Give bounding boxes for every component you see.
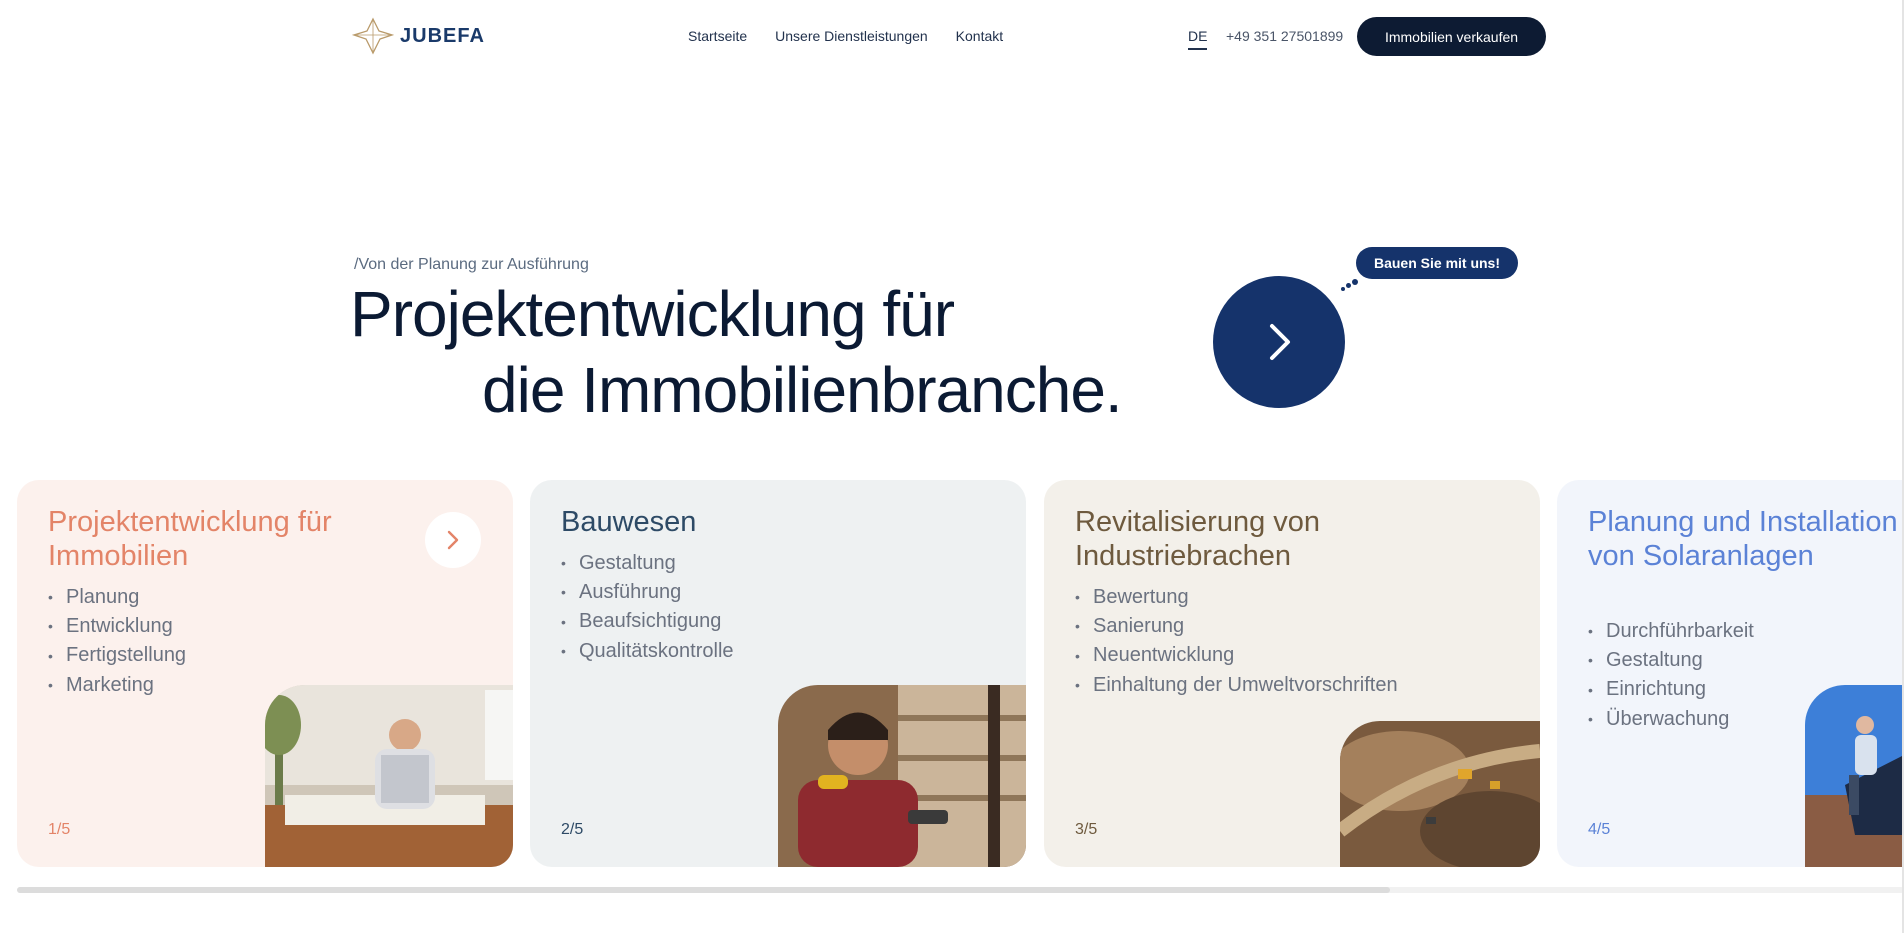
card-photo-craftsman	[778, 685, 1026, 867]
card-counter: 2/5	[561, 821, 584, 838]
list-item: Überwachung	[1588, 705, 1754, 734]
card-list: Gestaltung Ausführung Beaufsichtigung Qu…	[561, 549, 734, 666]
list-item: Bewertung	[1075, 583, 1398, 612]
logo-icon	[352, 17, 394, 55]
card-title: Bauwesen	[561, 506, 697, 538]
list-item: Ausführung	[561, 578, 734, 607]
chevron-right-icon	[1270, 324, 1290, 360]
list-item: Sanierung	[1075, 612, 1398, 641]
headline-line-2: die Immobilienbranche.	[482, 354, 1123, 426]
sell-property-button[interactable]: Immobilien verkaufen	[1357, 17, 1546, 56]
list-item: Marketing	[48, 671, 186, 700]
list-item: Fertigstellung	[48, 641, 186, 670]
chevron-right-icon	[447, 530, 459, 550]
service-card[interactable]: Projektentwicklung für Immobilien Planun…	[17, 480, 513, 867]
carousel-scrollbar-thumb[interactable]	[17, 887, 1390, 893]
list-item: Einhaltung der Umweltvorschriften	[1075, 671, 1398, 700]
card-photo-architect	[265, 685, 513, 867]
nav-dienstleistungen[interactable]: Unsere Dienstleistungen	[775, 28, 928, 44]
card-title: Revitalisierung von Industriebrachen	[1075, 506, 1321, 572]
list-item: Durchführbarkeit	[1588, 617, 1754, 646]
nav-startseite[interactable]: Startseite	[688, 28, 747, 44]
list-item: Gestaltung	[1588, 646, 1754, 675]
service-card[interactable]: Revitalisierung von Industriebrachen Bew…	[1044, 480, 1540, 867]
card-title: Projektentwicklung für Immobilien	[48, 506, 332, 572]
card-list: Bewertung Sanierung Neuentwicklung Einha…	[1075, 583, 1398, 700]
service-card[interactable]: Planung und Installation von Solaranlage…	[1557, 480, 1904, 867]
bubble-dot	[1352, 279, 1358, 285]
list-item: Einrichtung	[1588, 675, 1754, 704]
hero-headline: Projektentwicklung für die Immobilienbra…	[350, 276, 1123, 428]
list-item: Neuentwicklung	[1075, 641, 1398, 670]
bubble-dot	[1346, 283, 1351, 288]
card-counter: 3/5	[1075, 821, 1098, 838]
bubble-dot	[1341, 287, 1345, 291]
card-photo-brownfield	[1340, 721, 1540, 867]
list-item: Beaufsichtigung	[561, 607, 734, 636]
card-next-button[interactable]	[425, 512, 481, 568]
hero-next-button[interactable]	[1213, 276, 1345, 408]
card-photo-solar	[1805, 685, 1904, 867]
headline-line-1: Projektentwicklung für	[350, 278, 955, 350]
card-list: Durchführbarkeit Gestaltung Einrichtung …	[1588, 617, 1754, 734]
card-list: Planung Entwicklung Fertigstellung Marke…	[48, 583, 186, 700]
hero-eyebrow: /Von der Planung zur Ausführung	[354, 256, 589, 273]
build-with-us-bubble[interactable]: Bauen Sie mit uns!	[1356, 247, 1518, 279]
card-title: Planung und Installation von Solaranlage…	[1588, 506, 1898, 572]
list-item: Planung	[48, 583, 186, 612]
phone-link[interactable]: +49 351 27501899	[1226, 28, 1343, 44]
nav-kontakt[interactable]: Kontakt	[956, 28, 1003, 44]
service-card[interactable]: Bauwesen Gestaltung Ausführung Beaufsich…	[530, 480, 1026, 867]
logo[interactable]: JUBEFA	[352, 17, 485, 55]
list-item: Qualitätskontrolle	[561, 637, 734, 666]
list-item: Entwicklung	[48, 612, 186, 641]
card-counter: 4/5	[1588, 821, 1611, 838]
main-nav: Startseite Unsere Dienstleistungen Konta…	[688, 28, 1003, 44]
card-counter: 1/5	[48, 821, 71, 838]
logo-text: JUBEFA	[400, 24, 485, 47]
language-switch[interactable]: DE	[1188, 28, 1208, 50]
list-item: Gestaltung	[561, 549, 734, 578]
site-header: JUBEFA Startseite Unsere Dienstleistunge…	[0, 0, 1904, 72]
